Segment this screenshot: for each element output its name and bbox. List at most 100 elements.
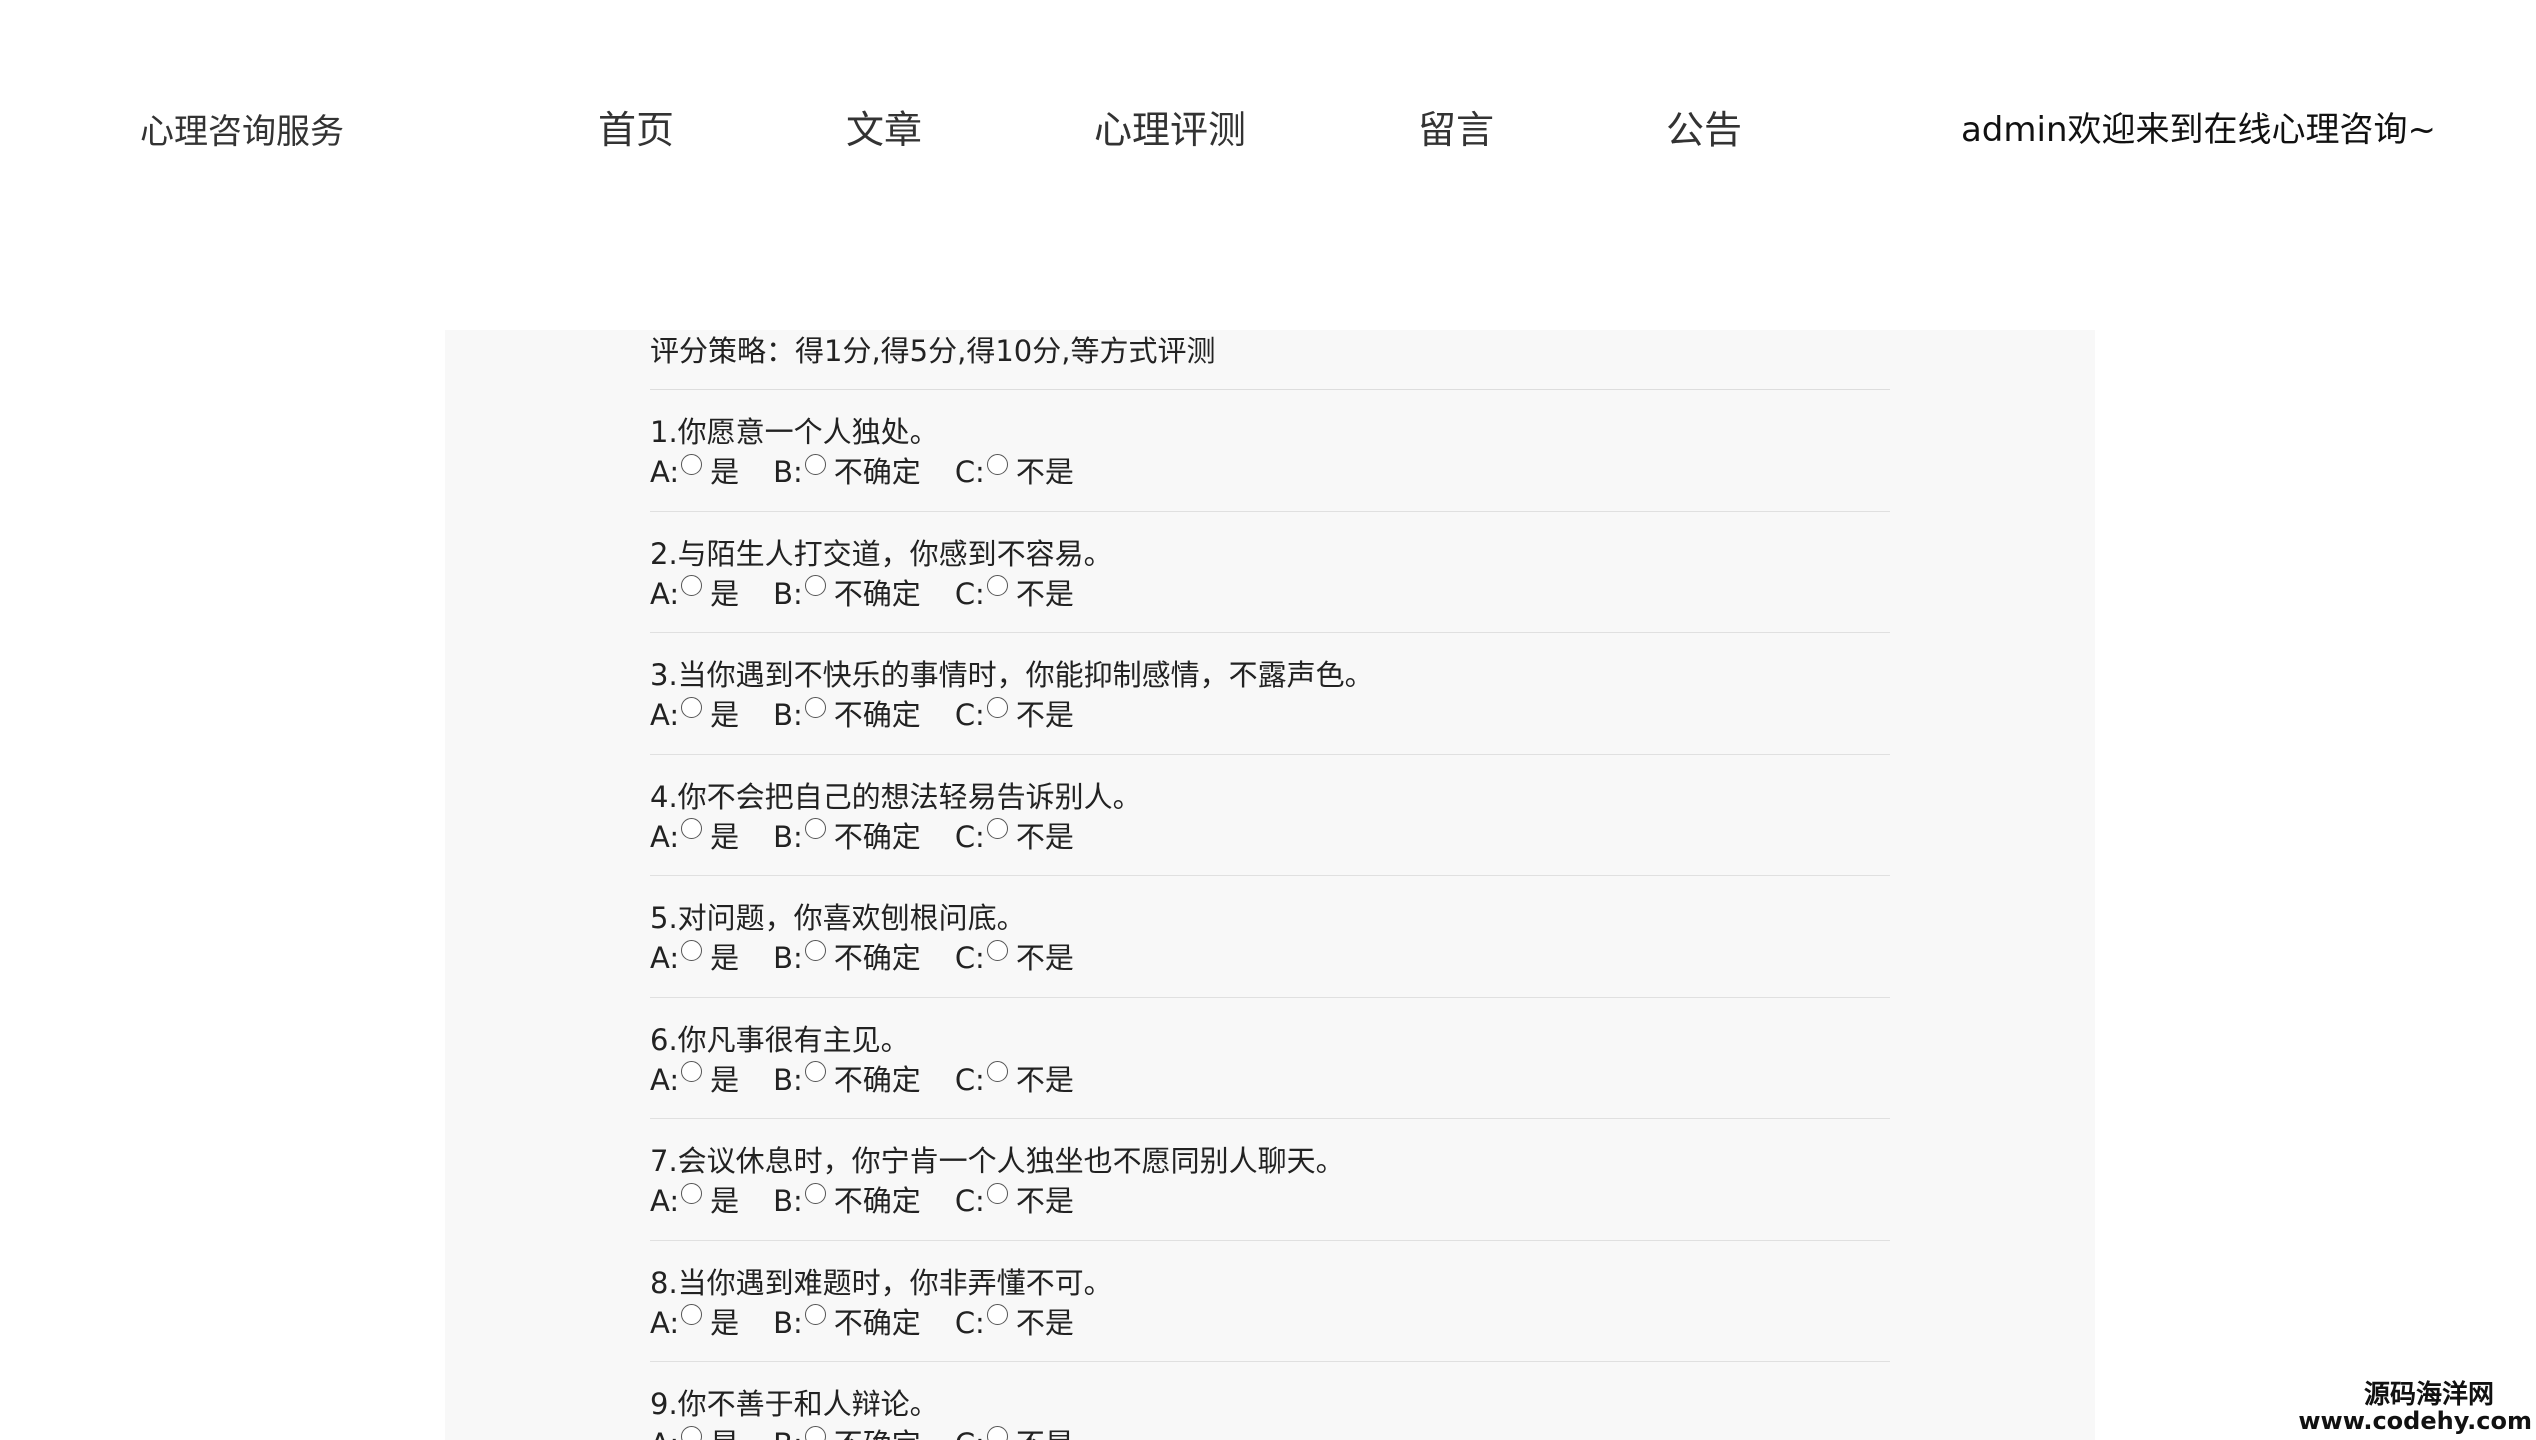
- option-no[interactable]: C: 不是: [955, 817, 1074, 857]
- option-letter: A:: [650, 698, 680, 732]
- option-label: 是: [710, 819, 740, 854]
- option-letter: A:: [650, 1305, 680, 1340]
- option-radio[interactable]: [804, 1182, 826, 1204]
- question-text: 4.你不会把自己的想法轻易告诉别人。: [650, 779, 1142, 814]
- option-letter: B:: [773, 576, 803, 611]
- option-radio[interactable]: [986, 1182, 1008, 1204]
- option-letter: B:: [773, 1184, 803, 1218]
- option-yes[interactable]: A: 是: [650, 1303, 739, 1343]
- question-item: 9.你不善于和人辩论。 A: 是 B: 不确定 C: 不是: [650, 1362, 1890, 1440]
- option-label: 不确定: [833, 1184, 921, 1218]
- option-label: 不是: [1015, 698, 1074, 732]
- question-item: 2.与陌生人打交道，你感到不容易。 A: 是 B: 不确定 C: 不是: [650, 512, 1890, 633]
- option-unsure[interactable]: B: 不确定: [773, 1181, 921, 1221]
- option-radio[interactable]: [681, 575, 703, 596]
- option-radio[interactable]: [681, 939, 703, 961]
- nav-articles[interactable]: 文章: [846, 99, 922, 154]
- question-options: A: 是 B: 不确定 C: 不是: [650, 1181, 1890, 1221]
- option-yes[interactable]: A: 是: [650, 574, 739, 614]
- watermark-url: www.codehy.com: [2298, 1407, 2532, 1435]
- option-unsure[interactable]: B: 不确定: [773, 1303, 921, 1343]
- option-radio[interactable]: [804, 575, 826, 596]
- question-item: 4.你不会把自己的想法轻易告诉别人。 A: 是 B: 不确定 C: 不是: [650, 755, 1890, 876]
- question-options: A: 是 B: 不确定 C: 不是: [650, 452, 1890, 492]
- option-unsure[interactable]: B: 不确定: [773, 452, 921, 492]
- option-letter: A:: [650, 819, 680, 854]
- question-item: 1.你愿意一个人独处。 A: 是 B: 不确定 C: 不是: [650, 390, 1890, 512]
- question-text: 3.当你遇到不快乐的事情时，你能抑制感情，不露声色。: [650, 658, 1374, 692]
- survey-panel: 评分策略：得1分,得5分,得10分,等方式评测 1.你愿意一个人独处。 A: 是 B:…: [445, 330, 2095, 1440]
- option-letter: C:: [954, 1305, 985, 1340]
- option-letter: B:: [773, 1305, 803, 1340]
- nav-messages[interactable]: 留言: [1418, 99, 1494, 154]
- option-no[interactable]: C: 不是: [955, 695, 1074, 735]
- option-unsure[interactable]: B: 不确定: [773, 1424, 921, 1440]
- survey-content: 评分策略：得1分,得5分,得10分,等方式评测 1.你愿意一个人独处。 A: 是 B:…: [650, 330, 1890, 1440]
- option-label: 是: [710, 455, 740, 489]
- site-logo[interactable]: 心理咨询服务: [140, 104, 344, 153]
- nav-psych-test[interactable]: 心理评测: [1094, 99, 1246, 154]
- option-yes[interactable]: A: 是: [650, 1060, 739, 1100]
- option-unsure[interactable]: B: 不确定: [773, 817, 921, 857]
- nav-announcements[interactable]: 公告: [1666, 99, 1742, 154]
- option-radio[interactable]: [681, 1061, 703, 1082]
- option-radio[interactable]: [804, 1061, 826, 1082]
- option-letter: B:: [773, 698, 803, 732]
- option-radio[interactable]: [681, 1304, 703, 1325]
- question-options: A: 是 B: 不确定 C: 不是: [650, 1303, 1890, 1343]
- option-yes[interactable]: A: 是: [650, 695, 739, 735]
- question-options: A: 是 B: 不确定 C: 不是: [650, 1424, 1890, 1440]
- option-radio[interactable]: [681, 818, 703, 839]
- option-letter: A:: [650, 576, 680, 611]
- option-radio[interactable]: [681, 696, 703, 718]
- option-radio[interactable]: [986, 939, 1008, 961]
- option-radio[interactable]: [681, 1182, 703, 1204]
- option-no[interactable]: C: 不是: [955, 1303, 1074, 1343]
- option-label: 是: [710, 576, 740, 611]
- option-letter: B:: [773, 1062, 803, 1097]
- option-radio[interactable]: [804, 818, 826, 839]
- option-radio[interactable]: [804, 939, 826, 961]
- option-no[interactable]: C: 不是: [955, 574, 1074, 614]
- scoring-strategy: 评分策略：得1分,得5分,得10分,等方式评测: [650, 330, 1890, 390]
- option-radio[interactable]: [986, 1304, 1008, 1325]
- option-yes[interactable]: A: 是: [650, 817, 739, 857]
- option-radio[interactable]: [986, 575, 1008, 596]
- option-no[interactable]: C: 不是: [955, 938, 1074, 978]
- option-letter: C:: [954, 455, 985, 489]
- option-radio[interactable]: [804, 696, 826, 718]
- option-label: 是: [710, 1184, 740, 1218]
- option-letter: C:: [955, 1424, 985, 1440]
- option-label: 不是: [1015, 1184, 1074, 1218]
- option-yes[interactable]: A: 是: [650, 938, 739, 978]
- nav-home[interactable]: 首页: [598, 99, 674, 154]
- option-radio[interactable]: [681, 453, 703, 475]
- option-yes[interactable]: A: 是: [650, 452, 739, 492]
- option-radio[interactable]: [804, 1304, 826, 1325]
- option-letter: C:: [954, 1062, 985, 1097]
- option-letter: C:: [954, 1184, 985, 1218]
- question-list: 1.你愿意一个人独处。 A: 是 B: 不确定 C: 不是 2.与陌生人打交道，你感到不容易。…: [650, 390, 1890, 1440]
- option-unsure[interactable]: B: 不确定: [773, 574, 921, 614]
- question-item: 7.会议休息时，你宁肯一个人独坐也不愿同别人聊天。 A: 是 B: 不确定 C: 不是: [650, 1119, 1890, 1241]
- option-radio[interactable]: [986, 453, 1008, 475]
- option-radio[interactable]: [986, 818, 1008, 839]
- option-radio[interactable]: [804, 1425, 826, 1440]
- option-unsure[interactable]: B: 不确定: [773, 695, 921, 735]
- option-radio[interactable]: [804, 453, 826, 475]
- option-unsure[interactable]: B: 不确定: [773, 1060, 921, 1100]
- watermark: 源码海洋网 www.codehy.com: [2298, 1382, 2536, 1434]
- option-radio[interactable]: [986, 1425, 1008, 1440]
- option-yes[interactable]: A: 是: [650, 1181, 739, 1221]
- option-radio[interactable]: [986, 1061, 1008, 1082]
- option-no[interactable]: C: 不是: [955, 1424, 1074, 1440]
- option-yes[interactable]: A: 是: [650, 1424, 739, 1440]
- option-no[interactable]: C: 不是: [955, 1181, 1074, 1221]
- option-unsure[interactable]: B: 不确定: [773, 938, 921, 978]
- option-no[interactable]: C: 不是: [955, 452, 1074, 492]
- option-letter: C:: [954, 698, 985, 732]
- option-radio[interactable]: [986, 696, 1008, 718]
- option-letter: B:: [773, 819, 803, 854]
- option-radio[interactable]: [681, 1425, 703, 1440]
- option-no[interactable]: C: 不是: [955, 1060, 1074, 1100]
